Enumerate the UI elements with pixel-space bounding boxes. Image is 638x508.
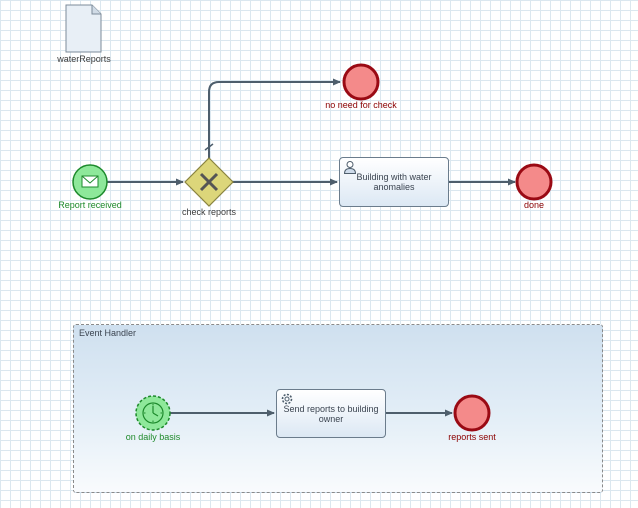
gateway-label: check reports bbox=[181, 207, 237, 217]
end-no-need-label: no need for check bbox=[325, 100, 397, 110]
clock-icon bbox=[142, 402, 164, 424]
flow-gateway-to-no-need[interactable] bbox=[208, 78, 341, 158]
start-event-label: Report received bbox=[58, 200, 122, 210]
end-event-done[interactable] bbox=[515, 163, 553, 201]
task-label: Building with water anomalies bbox=[356, 172, 432, 192]
timer-start-label: on daily basis bbox=[125, 432, 181, 442]
bpmn-canvas: Event Handler Building with water anomal… bbox=[0, 0, 638, 508]
exclusive-gateway[interactable] bbox=[184, 157, 234, 207]
gear-icon bbox=[281, 393, 293, 405]
end-sent-label: reports sent bbox=[448, 432, 496, 442]
end-event-no-need[interactable] bbox=[342, 63, 380, 101]
envelope-icon bbox=[81, 175, 99, 188]
task-label: Send reports to building owner bbox=[283, 403, 379, 424]
task-building-water-anomalies[interactable]: Building with water anomalies bbox=[339, 157, 449, 207]
timer-start-event[interactable] bbox=[135, 395, 171, 431]
end-event-reports-sent[interactable] bbox=[453, 394, 491, 432]
user-icon bbox=[343, 161, 357, 174]
document-icon[interactable] bbox=[65, 4, 102, 53]
task-send-reports[interactable]: Send reports to building owner bbox=[276, 389, 386, 438]
end-done-label: done bbox=[523, 200, 545, 210]
start-event[interactable] bbox=[72, 164, 108, 200]
data-object-label: waterReports bbox=[57, 54, 111, 64]
